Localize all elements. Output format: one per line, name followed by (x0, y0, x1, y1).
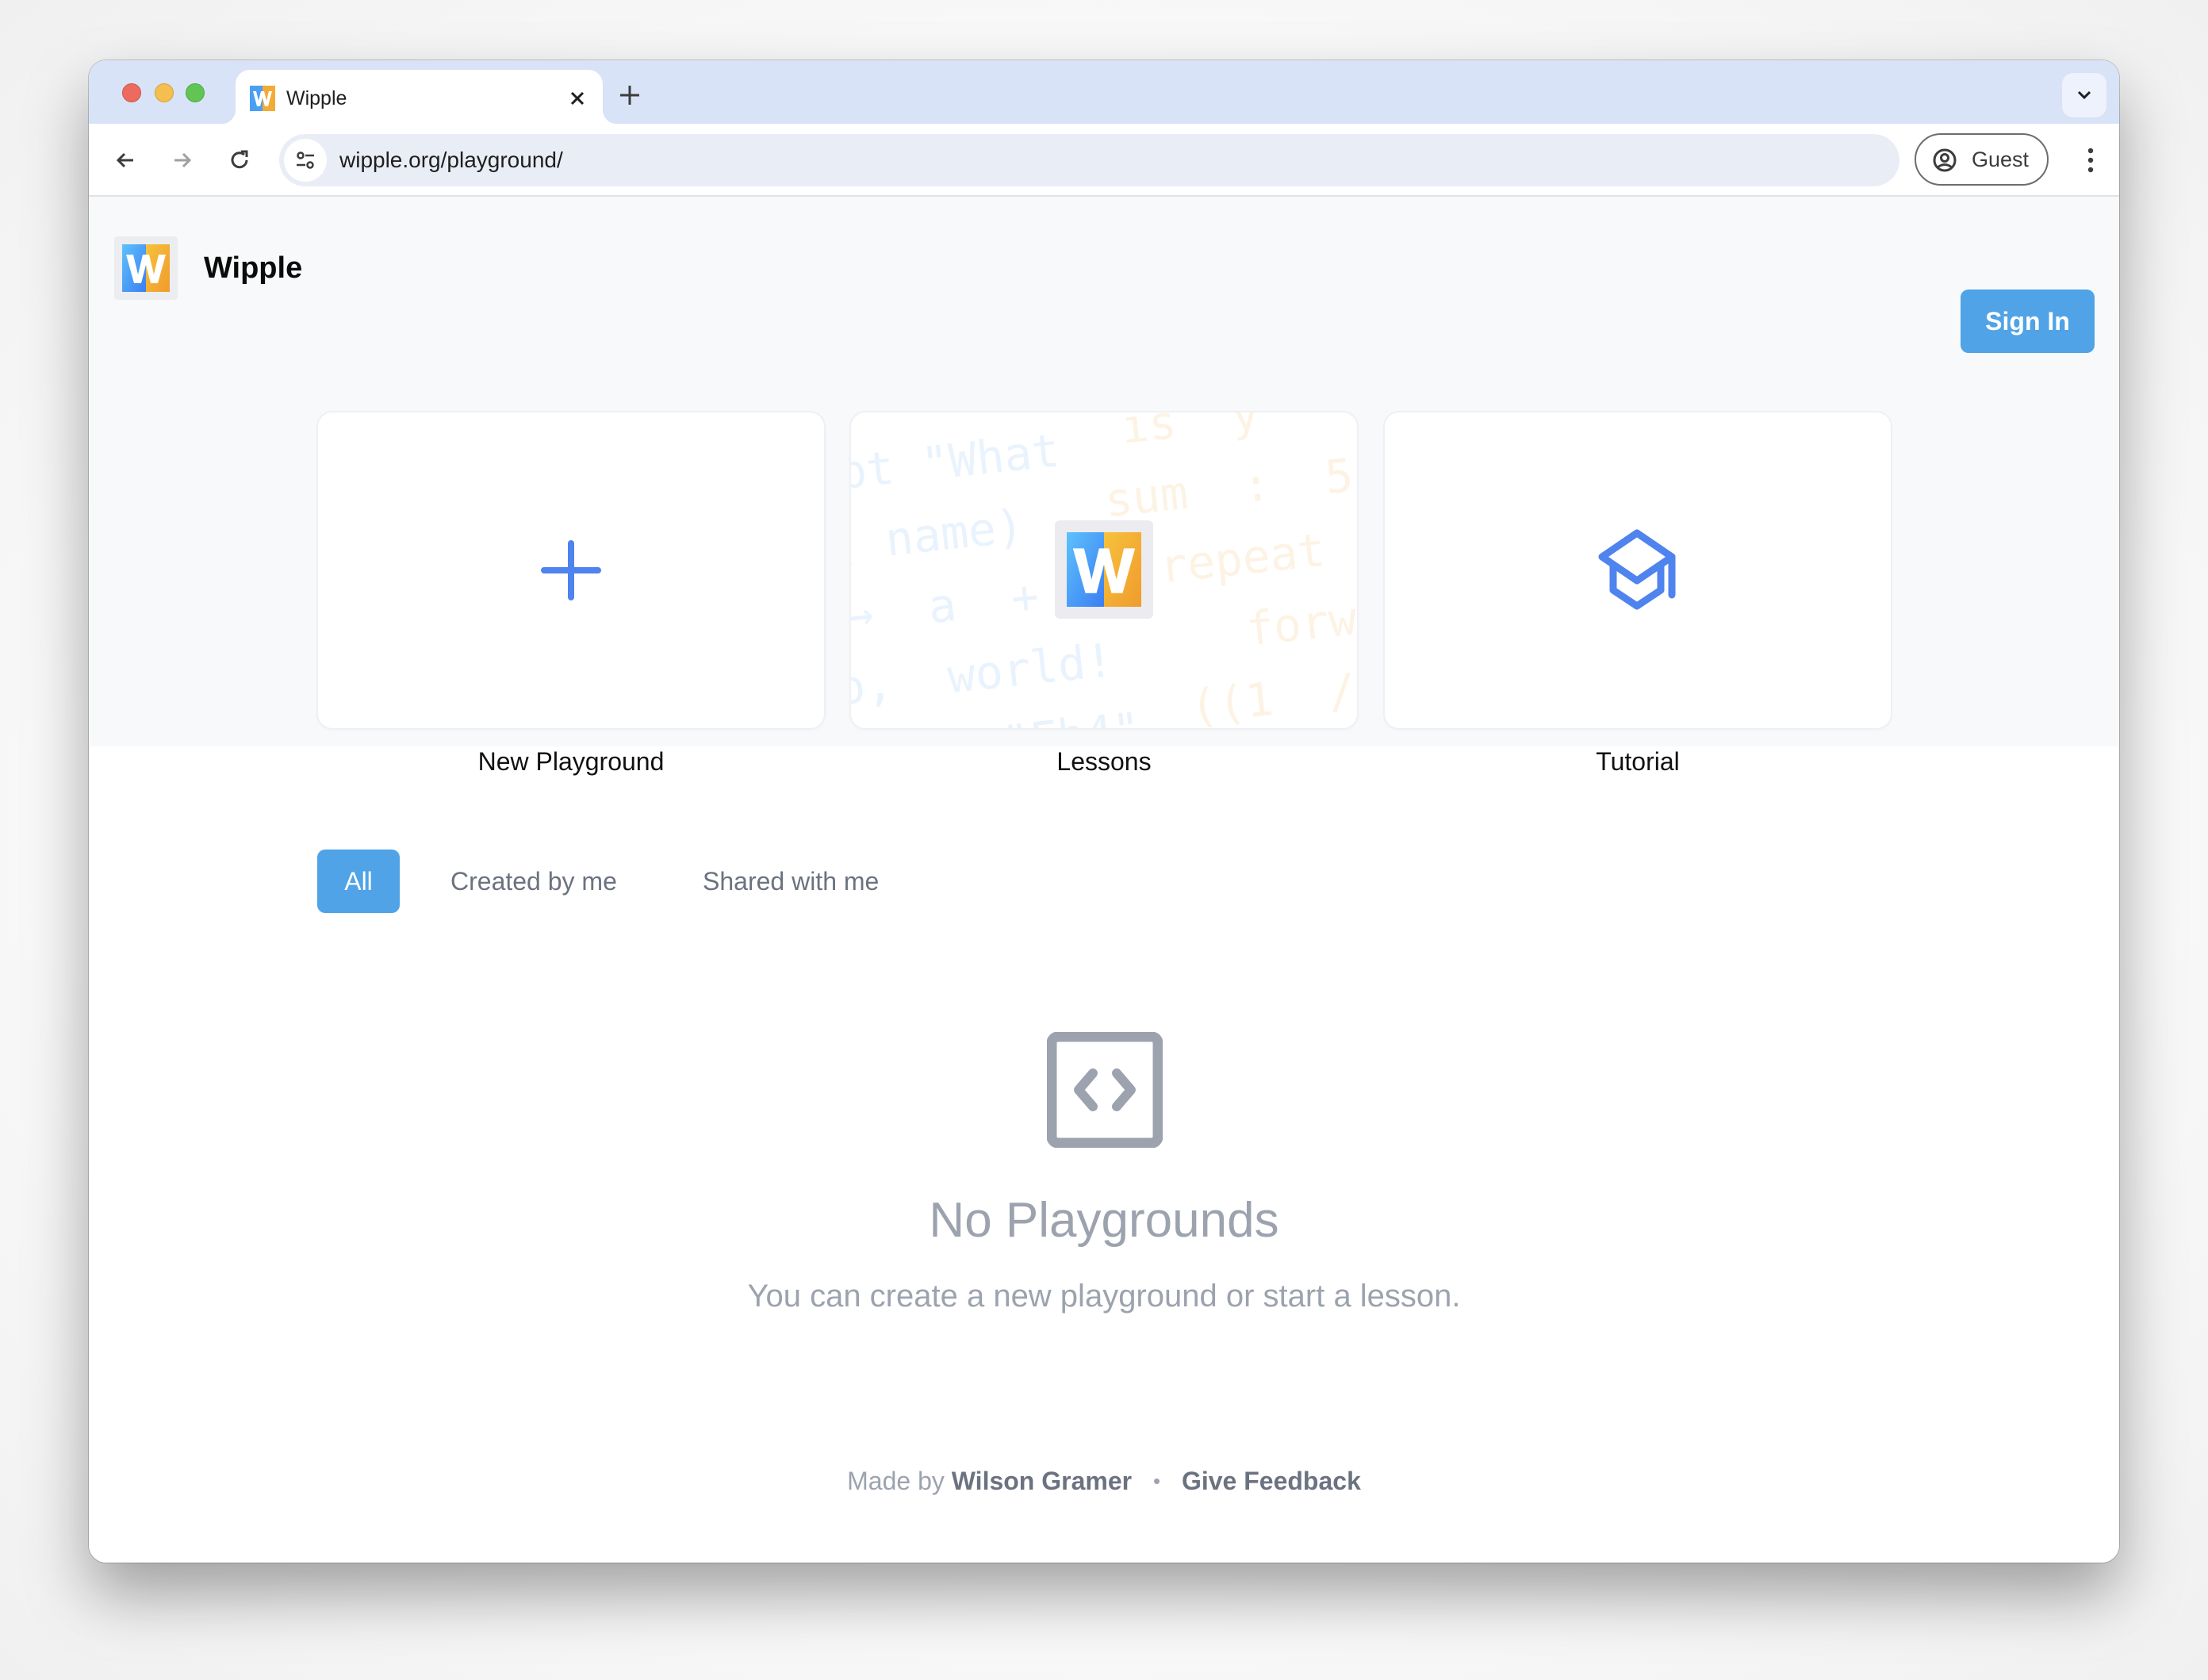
tab-search-button[interactable] (2062, 73, 2106, 117)
footer: Made by Wilson Gramer • Give Feedback (89, 1463, 2119, 1499)
code-text: ( name) (851, 498, 1026, 573)
reload-icon (231, 150, 248, 169)
new-tab-button[interactable] (612, 78, 647, 113)
new-playground-card[interactable] (318, 412, 824, 728)
code-text: repeat (1156, 523, 1328, 594)
give-feedback-link[interactable]: Give Feedback (1182, 1467, 1361, 1495)
code-text: is y (1118, 412, 1262, 455)
wipple-logo-icon (1067, 532, 1141, 607)
plus-icon (541, 540, 601, 600)
author-link[interactable]: Wilson Gramer (952, 1467, 1132, 1495)
minimize-window-button[interactable] (155, 83, 174, 102)
browser-toolbar: wipple.org/playground/ Guest (89, 124, 2119, 197)
close-icon[interactable] (563, 84, 592, 113)
profile-button[interactable]: Guest (1915, 133, 2049, 186)
site-info-button[interactable] (284, 139, 327, 182)
tab-strip: Wipple (89, 60, 2119, 124)
arrow-left-icon (116, 152, 133, 168)
new-playground-label[interactable]: New Playground (318, 742, 824, 781)
back-button[interactable] (106, 141, 144, 179)
browser-tab-wipple[interactable]: Wipple (221, 70, 617, 124)
lessons-label[interactable]: Lessons (851, 742, 1357, 781)
browser-window: Wipple wipple.org/playground/ Guest Wipp… (89, 60, 2119, 1563)
brand-name[interactable]: Wipple (204, 246, 302, 290)
more-vertical-icon (2087, 148, 2094, 173)
code-text: forw (1243, 591, 1357, 657)
tutorial-card[interactable] (1385, 412, 1891, 728)
code-text: ((1 / (1187, 662, 1357, 728)
hero-section: Wipple Sign In New Playground pt "What i… (89, 197, 2119, 776)
page-content: Wipple Sign In New Playground pt "What i… (89, 197, 2119, 1563)
close-window-button[interactable] (122, 83, 141, 102)
empty-state-title: No Playgrounds (929, 1193, 1279, 1248)
wipple-logo-icon (122, 244, 170, 292)
filter-tab-shared-with-me[interactable]: Shared with me (703, 850, 879, 913)
made-by-text: Made by (847, 1467, 945, 1495)
filter-tab-created-by-me[interactable]: Created by me (450, 850, 617, 913)
footer-separator: • (1152, 1469, 1161, 1493)
sign-in-button[interactable]: Sign In (1961, 290, 2095, 353)
empty-state-subtitle: You can create a new playground or start… (747, 1279, 1461, 1314)
tutorial-label[interactable]: Tutorial (1385, 742, 1891, 781)
browser-menu-button[interactable] (2072, 141, 2110, 179)
chevron-down-icon (2077, 90, 2091, 100)
lessons-logo (1055, 520, 1153, 619)
address-bar[interactable]: wipple.org/playground/ (279, 134, 1899, 186)
tune-icon (297, 152, 314, 169)
tab-title: Wipple (286, 87, 347, 109)
code-text: → a + (851, 569, 1042, 643)
filter-tab-all[interactable]: All (317, 850, 400, 913)
arrow-right-icon (174, 152, 192, 168)
lessons-card[interactable]: pt "What is y ( name) sum : 5 → a + repe… (851, 412, 1357, 728)
maximize-window-button[interactable] (186, 83, 205, 102)
code-text: pt "What (851, 423, 1063, 501)
forward-button[interactable] (163, 141, 201, 179)
code-square-icon (1047, 1032, 1163, 1148)
reload-button[interactable] (220, 141, 259, 179)
account-circle-icon (1933, 148, 1957, 172)
url-text: wipple.org/playground/ (339, 148, 563, 172)
wipple-logo-icon (250, 86, 275, 111)
graduation-cap-icon (1598, 529, 1676, 610)
plus-icon (620, 86, 639, 105)
brand-logo[interactable] (114, 236, 178, 300)
profile-label: Guest (1972, 148, 2030, 171)
